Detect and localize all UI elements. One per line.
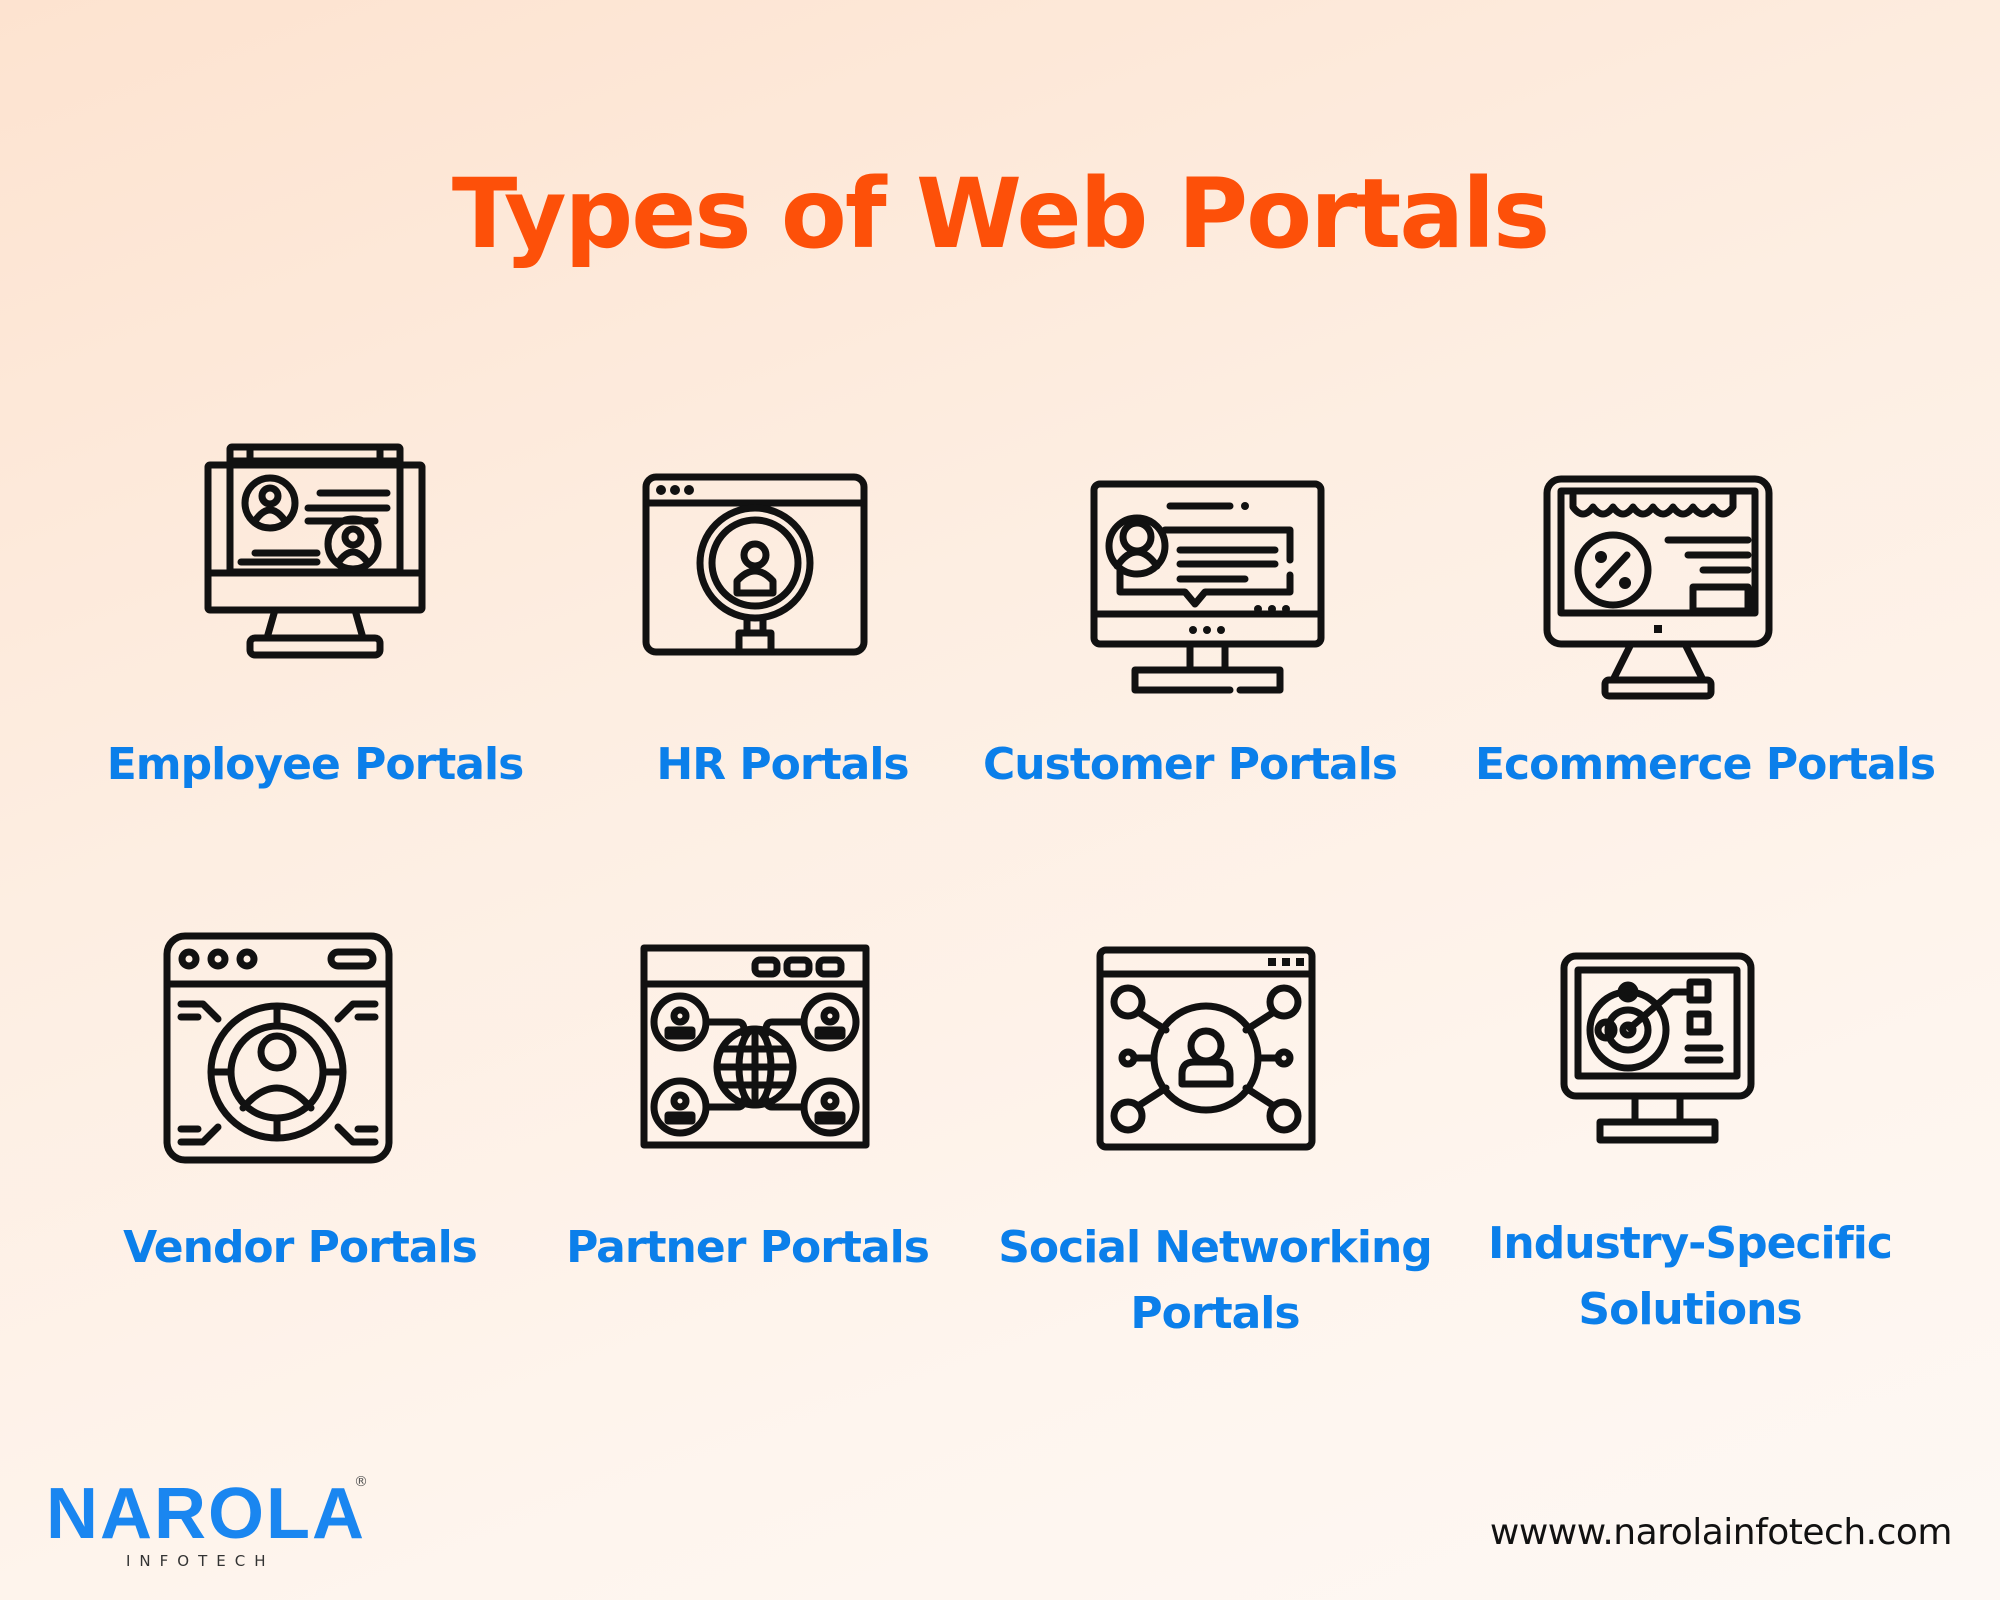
industry-radar-monitor-icon (1560, 952, 1755, 1144)
website-url[interactable]: wwww.narolainfotech.com (1490, 1512, 1953, 1553)
vendor-target-window-icon (163, 932, 393, 1164)
portal-label-industry-specific-line1: Industry-Specific (1488, 1218, 1893, 1269)
hr-magnifier-icon (642, 473, 868, 656)
portal-label-customer: Customer Portals (983, 739, 1398, 790)
portal-label-hr: HR Portals (656, 739, 909, 790)
portal-label-social-networking-line2: Portals (1130, 1288, 1300, 1339)
partner-globe-network-icon (640, 944, 870, 1149)
customer-chat-monitor-icon (1090, 480, 1325, 695)
registered-mark: ® (354, 1474, 368, 1490)
portal-label-ecommerce: Ecommerce Portals (1474, 739, 1936, 790)
portal-label-social-networking-line1: Social Networking (998, 1222, 1433, 1273)
logo-wordmark: NAROLA (46, 1474, 366, 1554)
portal-label-industry-specific-line2: Solutions (1578, 1284, 1802, 1335)
portal-label-partner: Partner Portals (566, 1222, 930, 1273)
logo-subtitle: INFOTECH (126, 1552, 275, 1570)
employee-monitor-icon (204, 443, 426, 659)
portal-label-vendor: Vendor Portals (123, 1222, 478, 1273)
page-title: Types of Web Portals (451, 158, 1550, 270)
portal-label-employee: Employee Portals (106, 739, 525, 790)
ecommerce-storefront-monitor-icon (1543, 475, 1773, 700)
social-network-window-icon (1096, 946, 1316, 1151)
narola-infotech-logo: NAROLA ® INFOTECH (46, 1474, 376, 1578)
